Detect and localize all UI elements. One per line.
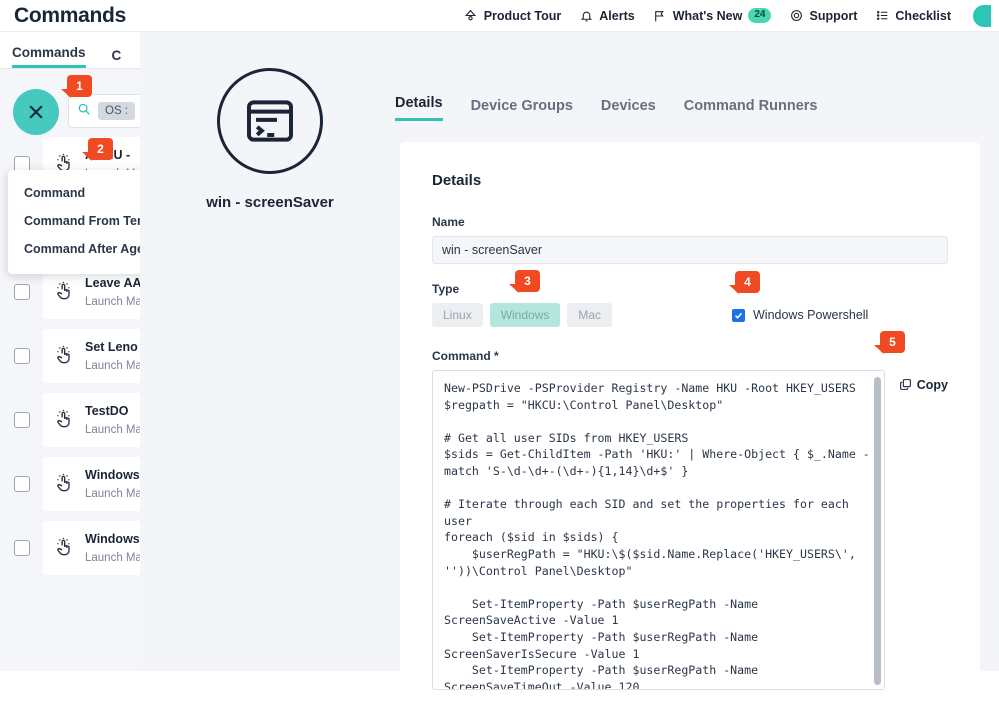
details-panel: Details Name win - screenSaver Type Linu… (400, 142, 980, 703)
search-filter-chip[interactable]: OS : (98, 102, 136, 120)
copy-button[interactable]: Copy (899, 370, 948, 690)
bell-outline-icon (464, 9, 478, 23)
whats-new-badge: 24 (748, 8, 772, 23)
row-title: Set Leno (85, 340, 138, 354)
command-editor[interactable]: New-PSDrive -PSProvider Registry -Name H… (432, 370, 885, 690)
nav-whats-new-label: What's New (672, 8, 743, 23)
nav-support-label: Support (809, 8, 858, 23)
annotation-badge-3: 3 (509, 270, 540, 293)
row-subtitle: Launch Ma (85, 552, 142, 564)
row-subtitle: Launch Ma (85, 296, 142, 308)
lifebuoy-icon (789, 9, 803, 23)
row-checkbox[interactable] (14, 476, 30, 492)
command-hero: win - screenSaver (140, 32, 400, 252)
tab-device-groups[interactable]: Device Groups (471, 98, 573, 121)
detail-area: win - screenSaver Details Device Groups … (140, 32, 999, 703)
command-label: Command * (432, 349, 499, 363)
annotation-badge-1: 1 (61, 75, 92, 98)
nav-whats-new[interactable]: What's New 24 (653, 8, 772, 23)
name-label: Name (432, 215, 465, 229)
powershell-label: Windows Powershell (753, 308, 869, 322)
left-tab-commands[interactable]: Commands (12, 45, 86, 68)
annotation-badge-2: 2 (82, 138, 113, 161)
command-hero-label: win - screenSaver (206, 194, 334, 211)
row-title: TestDO (85, 404, 129, 418)
list-check-icon (875, 9, 889, 23)
command-editor-wrap: New-PSDrive -PSProvider Registry -Name H… (432, 370, 948, 690)
close-x-icon (26, 102, 46, 122)
type-label: Type (432, 282, 460, 296)
search-icon (77, 102, 91, 121)
type-option-mac[interactable]: Mac (567, 303, 613, 327)
detail-tabs: Details Device Groups Devices Command Ru… (395, 95, 817, 121)
row-title: Windows (85, 468, 140, 482)
page-title: Commands (14, 3, 126, 27)
nav-support[interactable]: Support (789, 9, 857, 23)
flag-icon (653, 9, 667, 23)
command-code: New-PSDrive -PSProvider Registry -Name H… (444, 381, 870, 690)
click-hand-icon (53, 537, 75, 559)
type-segmented-control: Linux Windows Mac (432, 303, 732, 327)
powershell-checkbox[interactable] (732, 308, 745, 322)
terminal-window-icon (217, 68, 323, 174)
name-input[interactable]: win - screenSaver (432, 236, 948, 264)
nav-alerts-label: Alerts (599, 8, 635, 23)
nav-alerts[interactable]: Alerts (579, 8, 635, 23)
tab-details[interactable]: Details (395, 95, 443, 121)
powershell-checkbox-row: Windows Powershell (732, 308, 868, 322)
top-bar: Commands Product Tour Alerts What's New … (0, 0, 999, 32)
row-checkbox[interactable] (14, 284, 30, 300)
command-editor-scrollbar[interactable] (873, 377, 881, 685)
top-nav: Product Tour Alerts What's New 24 Suppor… (464, 4, 999, 27)
row-checkbox[interactable] (14, 412, 30, 428)
annotation-badge-4: 4 (729, 271, 760, 294)
click-hand-icon (53, 345, 75, 367)
row-subtitle: Launch Ma (85, 488, 142, 500)
avatar[interactable] (973, 4, 991, 27)
copy-icon (899, 378, 912, 394)
type-option-windows[interactable]: Windows (489, 303, 561, 327)
nav-checklist[interactable]: Checklist (875, 9, 951, 23)
annotation-badge-5: 5 (874, 331, 905, 354)
bell-icon (579, 9, 593, 23)
tab-devices[interactable]: Devices (601, 98, 656, 121)
type-option-linux[interactable]: Linux (432, 303, 483, 327)
left-tab-secondary[interactable]: C (112, 48, 122, 68)
click-hand-icon (53, 281, 75, 303)
click-hand-icon (53, 409, 75, 431)
nav-checklist-label: Checklist (895, 8, 951, 23)
row-title: Leave AA (85, 276, 142, 290)
left-panel: ADMU - Launch Ma ADMU - La (0, 32, 260, 671)
row-title: Windows (85, 532, 140, 546)
tab-command-runners[interactable]: Command Runners (684, 98, 818, 121)
row-checkbox[interactable] (14, 348, 30, 364)
row-checkbox[interactable] (14, 540, 30, 556)
nav-product-tour[interactable]: Product Tour (464, 8, 562, 23)
row-subtitle: Launch Ma (85, 360, 142, 372)
click-hand-icon (53, 473, 75, 495)
nav-product-tour-label: Product Tour (483, 8, 562, 23)
close-fab-button[interactable] (13, 89, 59, 135)
details-heading: Details (432, 172, 482, 189)
row-subtitle: Launch Ma (85, 424, 142, 436)
copy-label: Copy (916, 378, 948, 392)
